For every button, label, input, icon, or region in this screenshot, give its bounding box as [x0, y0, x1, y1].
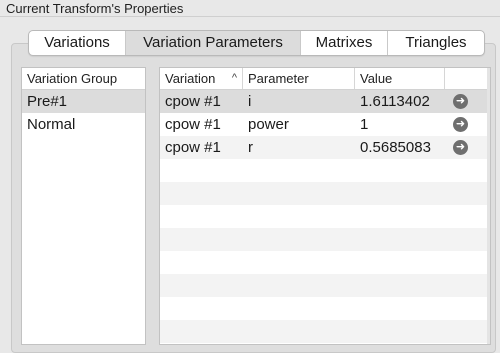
cell-parameter: power: [248, 116, 289, 133]
arrow-right-circle-icon[interactable]: ➜: [453, 140, 468, 155]
title-divider: [0, 16, 500, 17]
cell-parameter: r: [248, 139, 253, 156]
tab-variations[interactable]: Variations: [29, 31, 126, 55]
cell-value[interactable]: 1: [355, 113, 445, 136]
variation-group-header[interactable]: Variation Group: [22, 68, 145, 90]
empty-row: [160, 297, 490, 320]
cell-variation: cpow #1: [165, 93, 221, 110]
table-row[interactable]: cpow #1 power 1 ➜: [160, 113, 490, 136]
arrow-right-circle-icon[interactable]: ➜: [453, 117, 468, 132]
cell-action: ➜: [445, 136, 490, 159]
list-item-normal[interactable]: Normal: [22, 113, 145, 136]
empty-row: [160, 320, 490, 343]
table-row[interactable]: cpow #1 r 0.5685083 ➜: [160, 136, 490, 159]
empty-row: [160, 182, 490, 205]
panel-title: Current Transform's Properties: [6, 1, 184, 16]
tab-matrixes[interactable]: Matrixes: [301, 31, 388, 55]
column-header-value[interactable]: Value: [355, 68, 445, 89]
tab-bar: Variations Variation Parameters Matrixes…: [28, 30, 485, 56]
empty-row: [160, 251, 490, 274]
cell-value[interactable]: 1.6113402: [355, 90, 445, 113]
cell-variation: cpow #1: [165, 139, 221, 156]
cell-value[interactable]: 0.5685083: [355, 136, 445, 159]
cell-parameter: i: [248, 93, 252, 110]
arrow-right-circle-icon[interactable]: ➜: [453, 94, 468, 109]
empty-row: [160, 274, 490, 297]
table-header: Variation ^ Parameter Value: [160, 68, 490, 90]
column-header-action: [445, 68, 490, 89]
cell-action: ➜: [445, 90, 490, 113]
variation-group-list[interactable]: Variation Group Pre#1 Normal: [21, 67, 146, 345]
variation-parameters-table: Variation ^ Parameter Value cpow #1 i 1.…: [159, 67, 491, 345]
list-item-pre1[interactable]: Pre#1: [22, 90, 145, 113]
empty-row: [160, 159, 490, 182]
empty-row: [160, 228, 490, 251]
table-row[interactable]: cpow #1 i 1.6113402 ➜: [160, 90, 490, 113]
sort-ascending-icon: ^: [231, 72, 237, 84]
column-header-parameter[interactable]: Parameter: [243, 68, 355, 89]
cell-variation: cpow #1: [165, 116, 221, 133]
cell-action: ➜: [445, 113, 490, 136]
column-header-variation[interactable]: Variation ^: [160, 68, 243, 89]
tab-triangles[interactable]: Triangles: [388, 31, 484, 55]
column-header-variation-label: Variation: [165, 71, 216, 86]
table-right-edge: [487, 68, 490, 344]
tab-variation-parameters[interactable]: Variation Parameters: [126, 31, 301, 55]
empty-row: [160, 205, 490, 228]
